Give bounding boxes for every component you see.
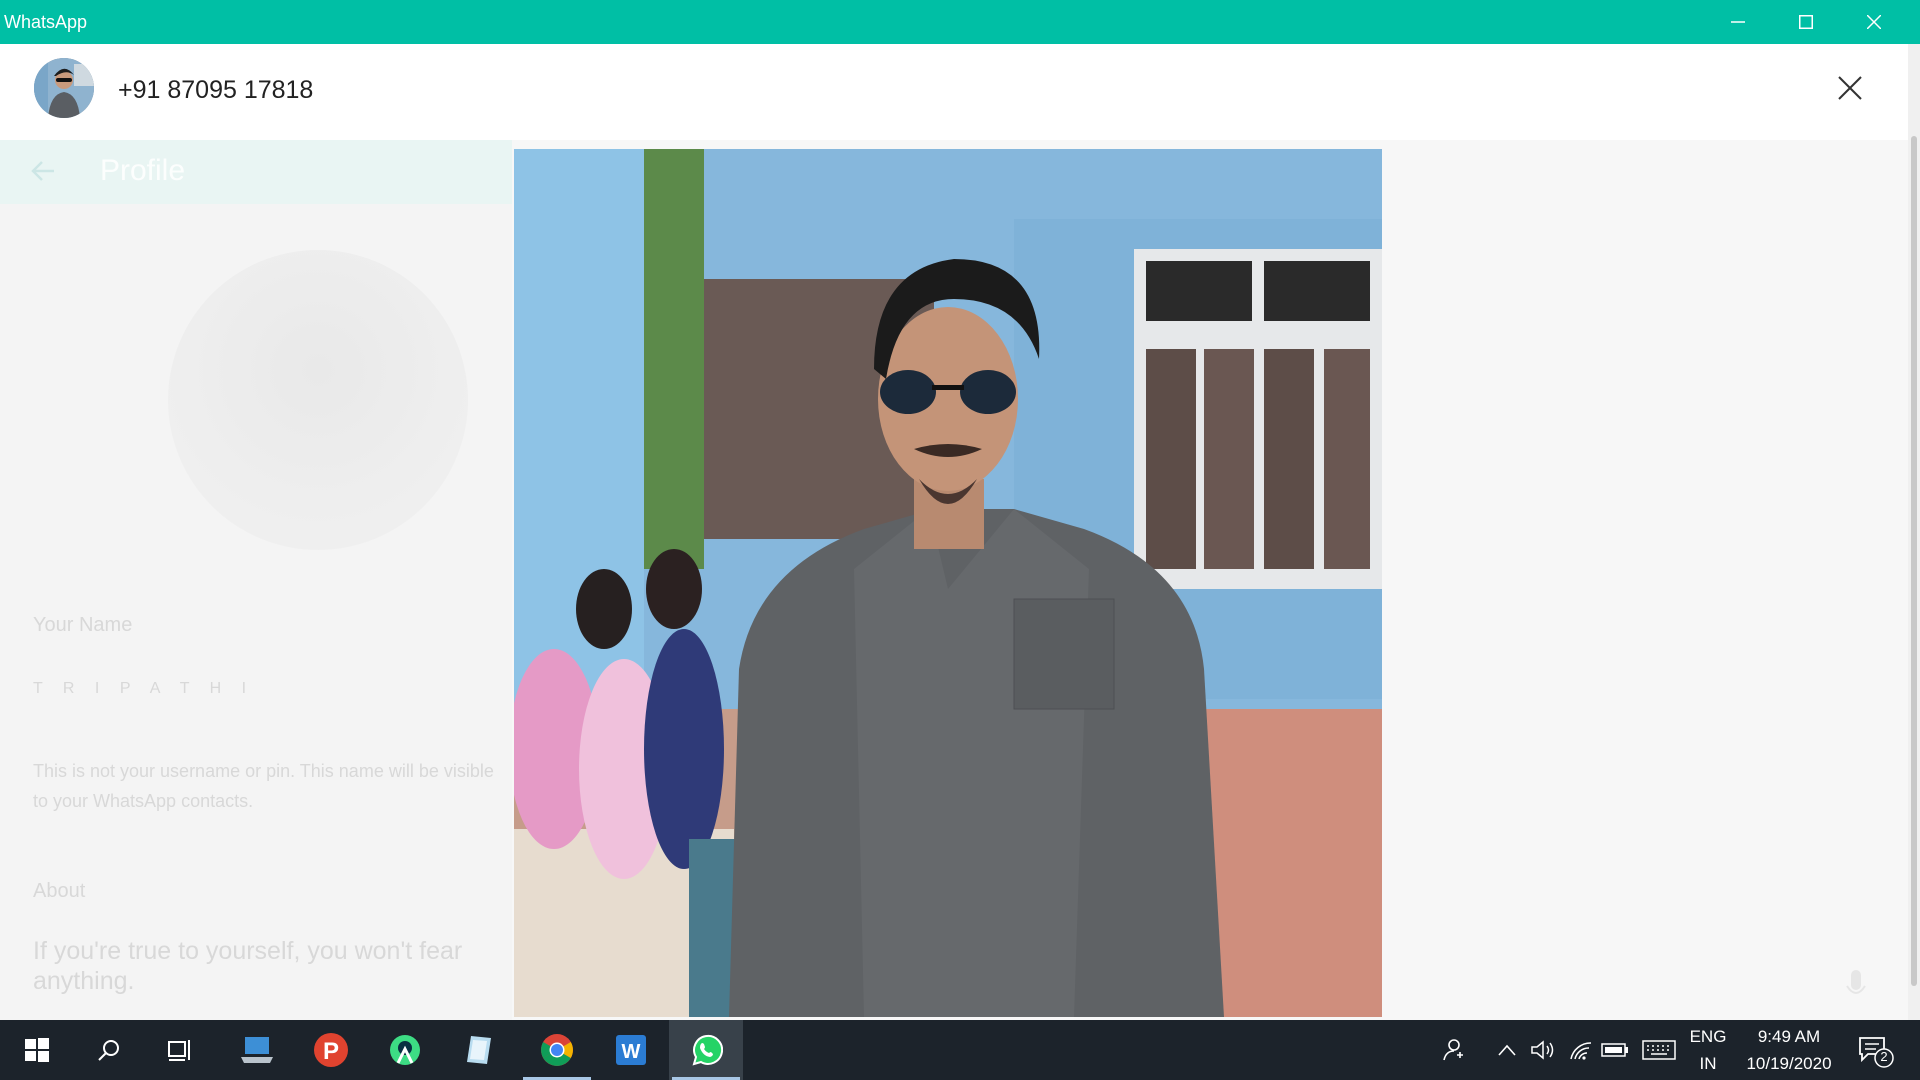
about-value[interactable]: If you're true to yourself, you won't fe… [33, 936, 493, 996]
volume-button[interactable] [1528, 1036, 1558, 1064]
word-icon: W [616, 1035, 646, 1065]
windows-logo-icon [25, 1038, 49, 1062]
window-close-button[interactable] [1840, 0, 1908, 44]
psiphon-app[interactable]: P [294, 1020, 368, 1080]
whatsapp-icon [692, 1034, 723, 1066]
contact-avatar[interactable] [34, 58, 94, 118]
laptop-app[interactable] [220, 1020, 294, 1080]
task-view-icon [168, 1040, 190, 1061]
title-bar: WhatsApp [0, 0, 1920, 44]
close-icon [1867, 15, 1881, 29]
p-logo-icon: P [314, 1033, 348, 1067]
search-icon [98, 1040, 119, 1061]
maximize-icon [1799, 15, 1813, 29]
chrome-app[interactable] [520, 1020, 594, 1080]
minimize-icon [1731, 21, 1745, 23]
notes-icon [467, 1036, 491, 1064]
chrome-icon [541, 1034, 573, 1066]
app-title: WhatsApp [4, 12, 88, 32]
keyboard-icon [1642, 1040, 1676, 1060]
mic-icon [1846, 970, 1866, 994]
profile-header: Profile [0, 140, 512, 204]
battery-icon [1601, 1043, 1628, 1057]
whatsapp-app[interactable] [669, 1020, 743, 1080]
language-line2[interactable]: IN [1686, 1054, 1730, 1074]
touch-keyboard-button[interactable] [1640, 1036, 1678, 1064]
people-button[interactable] [1438, 1036, 1468, 1064]
people-icon [1443, 1039, 1463, 1061]
language-line1[interactable]: ENG [1686, 1027, 1730, 1047]
laptop-icon [241, 1037, 273, 1063]
viewer-close-button[interactable] [1832, 70, 1868, 106]
viewer-header: +91 87095 17818 [0, 44, 1908, 140]
profile-avatar-large[interactable] [168, 250, 468, 550]
contact-number: +91 87095 17818 [118, 76, 314, 104]
name-note: This is not your username or pin. This n… [33, 761, 494, 811]
notifications-button[interactable]: 2 [1856, 1034, 1896, 1068]
maximize-button[interactable] [1772, 0, 1840, 44]
notes-app[interactable] [442, 1020, 516, 1080]
chevron-up-icon [1498, 1044, 1516, 1056]
name-value[interactable]: T R I P A T H I [33, 680, 254, 698]
clock-time[interactable]: 9:49 AM [1738, 1027, 1840, 1047]
close-icon [1838, 76, 1862, 100]
scrollbar-thumb[interactable] [1911, 136, 1917, 986]
android-studio-icon [390, 1035, 420, 1065]
back-arrow-icon[interactable] [30, 158, 56, 184]
show-hidden-icons-button[interactable] [1492, 1036, 1522, 1064]
battery-button[interactable] [1600, 1036, 1630, 1064]
speaker-icon [1531, 1040, 1554, 1060]
svg-text:W: W [622, 1041, 641, 1063]
notification-count: 2 [1880, 1049, 1888, 1064]
profile-panel: Profile Your Name T R I P A T H I This i… [0, 44, 512, 1020]
svg-text:P: P [323, 1038, 339, 1065]
name-label: Your Name [33, 614, 133, 636]
minimize-button[interactable] [1704, 0, 1772, 44]
start-button[interactable] [0, 1020, 74, 1080]
word-app[interactable]: W [594, 1020, 668, 1080]
scrollbar[interactable] [1908, 44, 1920, 1020]
network-button[interactable] [1566, 1036, 1596, 1064]
clock-date[interactable]: 10/19/2020 [1738, 1054, 1840, 1074]
android-studio-app[interactable] [368, 1020, 442, 1080]
taskbar: P W ENG IN 9:49 AM 10/19/2020 2 [0, 1020, 1920, 1080]
task-view-button[interactable] [144, 1020, 218, 1080]
search-button[interactable] [72, 1020, 146, 1080]
wifi-icon [1570, 1042, 1592, 1060]
profile-title: Profile [100, 154, 186, 187]
about-label: About [33, 880, 86, 902]
profile-photo[interactable] [514, 149, 1382, 1017]
